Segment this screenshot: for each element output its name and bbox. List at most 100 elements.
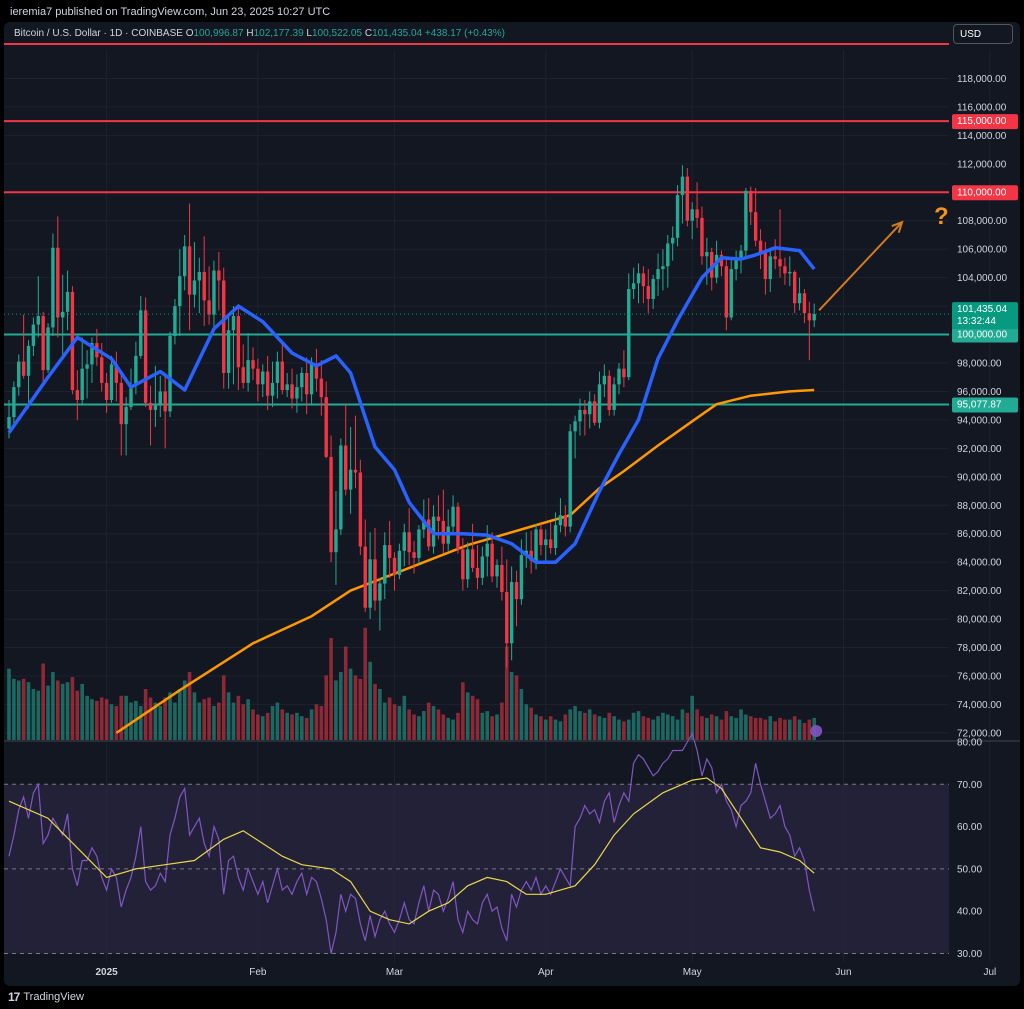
rsi-axis-tick: 80.00 <box>957 738 982 749</box>
volume-bar <box>592 714 597 740</box>
candle-body <box>217 270 221 281</box>
candle-body <box>134 355 138 386</box>
candle-body <box>514 582 519 600</box>
candle-body <box>158 391 162 406</box>
volume-bar <box>202 699 206 740</box>
candle-body <box>373 559 377 601</box>
volume-bar <box>260 716 265 740</box>
candle-body <box>358 472 363 547</box>
volume-bar <box>173 702 177 740</box>
candle-body <box>348 469 353 490</box>
volume-bar <box>85 695 89 740</box>
volume-bar <box>70 677 75 740</box>
question-mark-annotation: ? <box>934 203 949 230</box>
candle-body <box>622 368 626 378</box>
volume-bar <box>544 719 548 740</box>
symbol-title[interactable]: Bitcoin / U.S. Dollar · 1D · COINBASE <box>14 28 183 39</box>
candle-body <box>153 405 158 410</box>
chart-panel[interactable]: ? 72,000.00 74,000.00 76,000.00 78,000.00 80,… <box>4 22 1020 986</box>
currency-button[interactable]: USD <box>953 24 1013 44</box>
candle-body <box>124 407 128 425</box>
chart-canvas[interactable]: ?72,000.0074,000.0076,000.0078,000.0080,… <box>4 22 1020 986</box>
price-axis-tick: 104,000.00 <box>957 273 1007 284</box>
volume-bar <box>309 709 314 740</box>
volume-bar <box>524 704 529 740</box>
candle-body <box>680 176 685 196</box>
candle-body <box>56 247 60 318</box>
candle-body <box>236 316 241 368</box>
price-axis-tick: 94,000.00 <box>957 415 1002 426</box>
volume-bar <box>251 709 255 740</box>
volume-bar <box>56 680 60 740</box>
candle-body <box>651 279 655 299</box>
volume-bar <box>221 675 226 740</box>
candle-body <box>500 565 504 593</box>
price-axis-tick: 80,000.00 <box>957 615 1002 626</box>
candle-body <box>568 431 572 527</box>
volume-bar <box>436 709 441 740</box>
price-axis-tick: 92,000.00 <box>957 444 1002 455</box>
volume-bar <box>304 717 309 740</box>
candle-body <box>627 289 631 378</box>
tradingview-logo-icon: 17 <box>8 990 20 1004</box>
current-price-tag-text: 101,435.04 <box>957 304 1007 315</box>
volume-bar <box>539 716 543 740</box>
candle-body <box>466 549 470 580</box>
time-axis-tick: Jun <box>835 967 851 978</box>
volume-bar <box>788 719 792 740</box>
volume-bar <box>617 719 621 740</box>
volume-bar <box>339 672 343 740</box>
volume-bar <box>36 690 41 740</box>
candle-body <box>178 276 182 307</box>
candle-body <box>563 515 568 527</box>
open-value: 100,996.87 <box>193 28 244 39</box>
candle-body <box>631 283 636 290</box>
candle-body <box>802 293 807 314</box>
candle-body <box>734 259 738 270</box>
volume-bar <box>763 719 768 740</box>
volume-bar <box>422 711 426 740</box>
candle-body <box>300 372 304 388</box>
volume-bar <box>739 709 743 740</box>
candle-body <box>119 382 123 425</box>
volume-bar <box>109 704 114 740</box>
volume-bar <box>329 638 333 740</box>
price-axis-tick: 86,000.00 <box>957 529 1002 540</box>
volume-bar <box>226 692 231 740</box>
volume-bar <box>461 682 465 740</box>
candle-body <box>143 310 148 403</box>
candle-body <box>544 539 548 546</box>
volume-bar <box>12 678 16 740</box>
candle-body <box>275 361 280 383</box>
volume-bar <box>573 706 577 740</box>
volume-bar <box>60 683 65 740</box>
candle-body <box>344 445 348 490</box>
candle-body <box>261 371 265 385</box>
publisher-header: ieremia7 published on TradingView.com, J… <box>10 6 331 18</box>
candle-body <box>21 361 26 376</box>
volume-bar <box>714 716 719 740</box>
candle-body <box>207 300 211 315</box>
candle-body <box>324 397 328 457</box>
tradingview-logo[interactable]: 17 TradingView <box>8 990 84 1004</box>
candle-body <box>339 445 343 530</box>
candle-body <box>670 237 675 244</box>
candle-body <box>41 316 45 371</box>
volume-bar <box>104 699 109 740</box>
volume-bar <box>412 714 416 740</box>
volume-bar <box>65 682 70 740</box>
volume-bar <box>724 711 729 740</box>
candle-body <box>690 209 694 221</box>
volume-bar <box>622 721 626 740</box>
volume-bar <box>95 700 99 740</box>
candle-body <box>148 402 153 410</box>
candle-body <box>104 382 109 400</box>
candle-body <box>31 324 36 346</box>
rsi-axis-tick: 50.00 <box>957 864 982 875</box>
candle-body <box>222 280 226 373</box>
price-axis-tick: 90,000.00 <box>957 472 1002 483</box>
candle-body <box>397 550 402 575</box>
candle-body <box>7 417 11 429</box>
volume-bar <box>768 716 773 740</box>
volume-bar <box>670 716 675 740</box>
